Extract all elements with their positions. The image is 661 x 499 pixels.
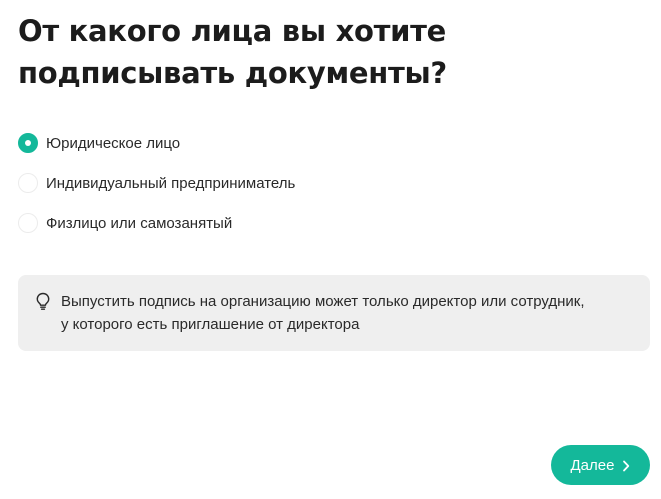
- option-label: Физлицо или самозанятый: [46, 214, 233, 232]
- info-notice: Выпустить подпись на организацию может т…: [18, 275, 650, 351]
- notice-line: у которого есть приглашение от директора: [61, 316, 360, 333]
- next-button[interactable]: Далее: [551, 445, 650, 485]
- radio-unchecked-icon[interactable]: [18, 213, 38, 233]
- lightbulb-icon: [35, 292, 51, 310]
- next-button-label: Далее: [570, 456, 615, 474]
- chevron-right-icon: [622, 459, 630, 472]
- option-individual-self-employed[interactable]: Физлицо или самозанятый: [18, 212, 295, 234]
- radio-checked-icon[interactable]: [18, 133, 38, 153]
- option-label: Индивидуальный предприниматель: [46, 174, 296, 192]
- page-title: От какого лица вы хотите подписывать док…: [18, 14, 447, 90]
- option-label: Юридическое лицо: [46, 134, 181, 152]
- notice-text: Выпустить подпись на организацию может т…: [61, 290, 585, 336]
- option-legal-entity[interactable]: Юридическое лицо: [18, 132, 295, 154]
- option-individual-entrepreneur[interactable]: Индивидуальный предприниматель: [18, 172, 295, 194]
- notice-line: Выпустить подпись на организацию может т…: [61, 293, 585, 310]
- signer-type-radio-group: Юридическое лицо Индивидуальный предприн…: [18, 132, 295, 252]
- radio-unchecked-icon[interactable]: [18, 173, 38, 193]
